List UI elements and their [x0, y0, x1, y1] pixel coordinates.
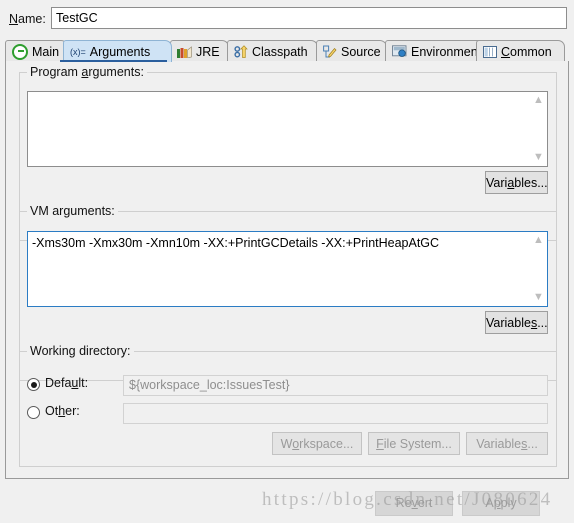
- tab-classpath-label: Classpath: [252, 44, 308, 59]
- tab-arguments-label: Arguments: [89, 44, 151, 59]
- vm-arguments-textarea[interactable]: -Xms30m -Xmx30m -Xmn10m -XX:+PrintGCDeta…: [32, 235, 527, 251]
- name-label-rest: ame:: [18, 12, 46, 26]
- vm-arguments-textarea-wrap[interactable]: -Xms30m -Xmx30m -Xmn10m -XX:+PrintGCDeta…: [27, 231, 548, 307]
- common-table-icon: [483, 45, 497, 58]
- main-run-icon: [12, 43, 28, 60]
- working-directory-other-label[interactable]: Other:: [45, 404, 80, 418]
- revert-mnemonic: v: [411, 496, 418, 510]
- tab-main[interactable]: Main: [5, 40, 68, 62]
- tab-common-label: Common: [501, 45, 552, 59]
- name-input[interactable]: [51, 7, 567, 29]
- chevron-up-icon[interactable]: ▲: [530, 93, 547, 108]
- program-arguments-scrollbar[interactable]: ▲ ▼: [530, 92, 547, 166]
- apply-button[interactable]: Apply: [462, 491, 540, 516]
- tab-common[interactable]: Common: [476, 40, 565, 62]
- vm-arguments-scrollbar[interactable]: ▲ ▼: [530, 232, 547, 306]
- vm-arguments-variables-button[interactable]: Variables...: [485, 311, 548, 334]
- tab-jre[interactable]: JRE: [170, 40, 229, 62]
- working-directory-other-field[interactable]: [123, 403, 548, 424]
- wd-variables-mnemonic: s: [521, 437, 528, 451]
- tab-arguments[interactable]: (x)= Arguments: [63, 40, 172, 62]
- tab-jre-label: JRE: [196, 44, 220, 59]
- working-directory-workspace-button[interactable]: Workspace...: [272, 432, 362, 455]
- name-label: Name:: [9, 12, 46, 26]
- file-system-mnemonic: F: [376, 437, 384, 451]
- vm-arguments-group-title: VM arguments:: [27, 204, 118, 218]
- working-directory-variables-button[interactable]: Variables...: [466, 432, 548, 455]
- program-arguments-variables-button[interactable]: Variables...: [485, 171, 548, 194]
- tab-classpath[interactable]: Classpath: [227, 40, 318, 62]
- tab-main-label: Main: [32, 44, 60, 59]
- arguments-variable-icon: (x)=: [70, 46, 86, 57]
- apply-mnemonic: p: [493, 496, 501, 510]
- workspace-mnemonic: o: [292, 437, 300, 451]
- chevron-down-icon[interactable]: ▼: [530, 290, 547, 305]
- tab-common-mnemonic: C: [501, 44, 511, 59]
- working-directory-group-title: Working directory:: [27, 344, 134, 358]
- program-variables-mnemonic: a: [507, 176, 515, 190]
- classpath-icon: [234, 44, 248, 59]
- revert-button[interactable]: Revert: [375, 491, 453, 516]
- tab-common-label-rest: ommon: [510, 44, 552, 59]
- chevron-up-icon[interactable]: ▲: [530, 233, 547, 248]
- tab-source[interactable]: Source: [316, 40, 387, 62]
- name-label-mnemonic: N: [9, 12, 19, 26]
- arguments-tab-page: Program arguments: ▲ ▼ Variables... VM a…: [5, 61, 569, 479]
- tab-bar: Main (x)= Arguments JRE Classpath Source…: [5, 40, 569, 62]
- working-directory-file-system-button[interactable]: File System...: [368, 432, 460, 455]
- jre-books-icon: [177, 45, 192, 58]
- default-mnemonic: u: [71, 376, 79, 390]
- tab-environment-label: Environment: [411, 44, 482, 59]
- working-directory-default-field: ${workspace_loc:IssuesTest}: [123, 375, 548, 396]
- tab-source-label: Source: [341, 44, 381, 59]
- name-row: Name:: [0, 0, 574, 38]
- source-pencil-icon: [323, 45, 337, 59]
- working-directory-default-radio[interactable]: [27, 378, 40, 391]
- vm-variables-mnemonic: s: [530, 316, 538, 330]
- environment-icon: [392, 45, 407, 58]
- program-arguments-textarea-wrap[interactable]: ▲ ▼: [27, 91, 548, 167]
- working-directory-default-label[interactable]: Default:: [45, 376, 88, 390]
- other-mnemonic: h: [58, 404, 66, 418]
- selected-tab-underline: [60, 60, 167, 62]
- working-directory-other-radio[interactable]: [27, 406, 40, 419]
- program-arguments-mnemonic: a: [81, 65, 89, 79]
- chevron-down-icon[interactable]: ▼: [530, 150, 547, 165]
- vm-arguments-mnemonic: g: [63, 204, 71, 218]
- run-configuration-arguments-dialog: Name: Main (x)= Arguments JRE: [0, 0, 574, 523]
- program-arguments-group-title: Program arguments:: [27, 65, 147, 79]
